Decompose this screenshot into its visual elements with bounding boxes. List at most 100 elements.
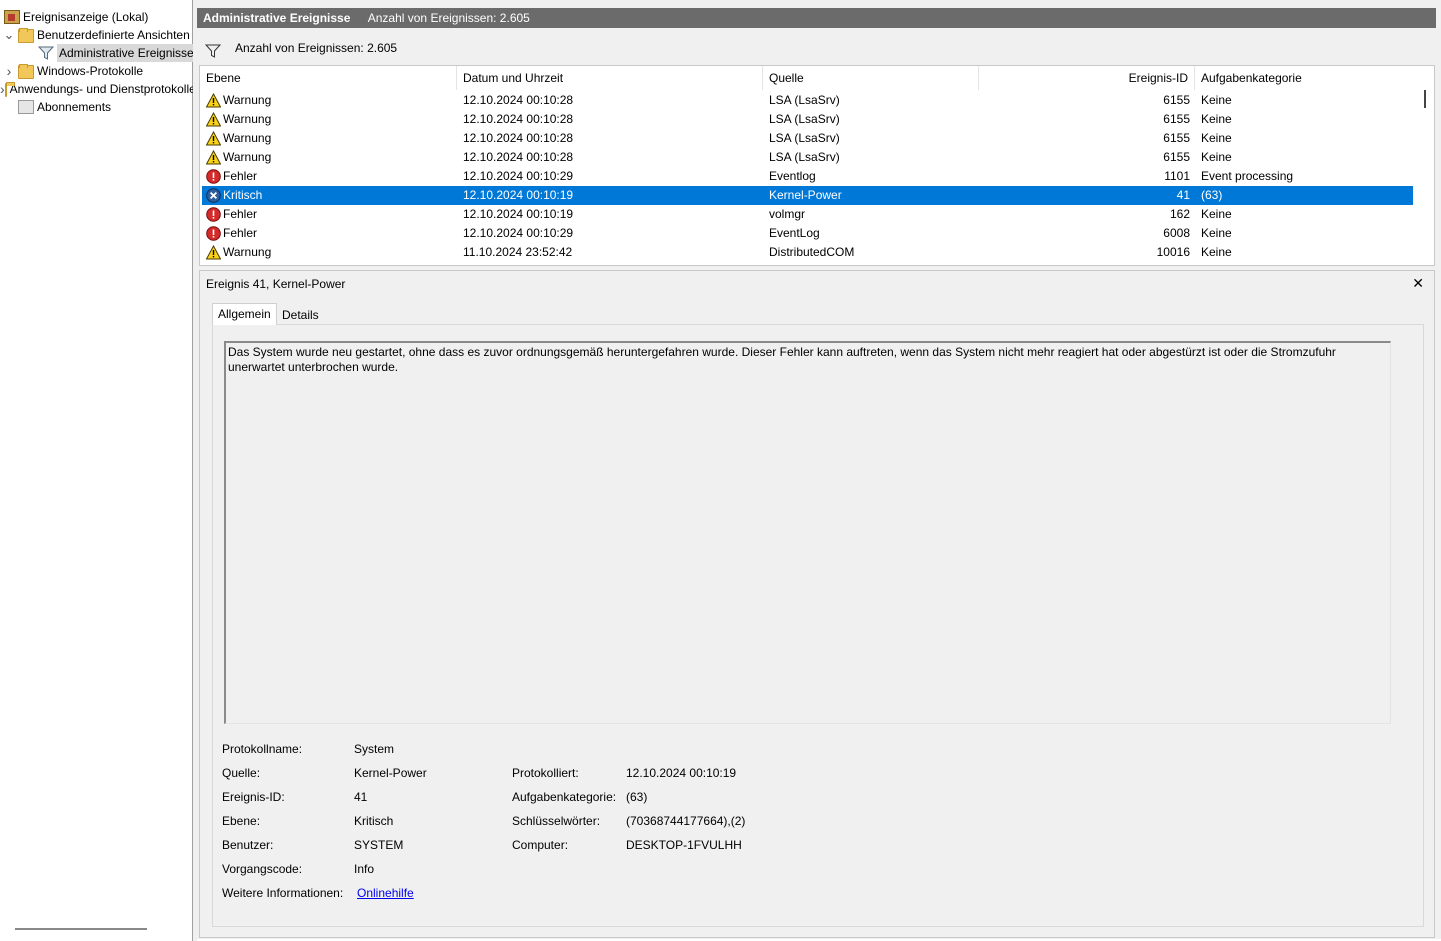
vertical-scrollbar[interactable] (1416, 90, 1434, 265)
tree-item-administrative-events[interactable]: Administrative Ereignisse (38, 44, 193, 62)
cell-date: 12.10.2024 00:10:28 (463, 93, 574, 107)
table-row[interactable]: Warnung 12.10.2024 00:10:28 LSA (LsaSrv) 61… (202, 91, 1413, 110)
table-row[interactable]: Warnung 12.10.2024 00:10:28 LSA (LsaSrv) 61… (202, 110, 1413, 129)
prop-label-level: Ebene: (222, 814, 261, 828)
cell-task-category: Keine (1201, 131, 1232, 145)
cell-level: Fehler (223, 207, 258, 221)
cell-source: LSA (LsaSrv) (769, 150, 840, 164)
cell-task-category: Keine (1201, 207, 1232, 221)
view-header: Administrative Ereignisse Anzahl von Ere… (197, 8, 1436, 28)
cell-date: 12.10.2024 00:10:28 (463, 150, 574, 164)
prop-value-level: Kritisch (354, 814, 394, 828)
scrollbar-thumb[interactable] (1424, 90, 1426, 108)
tab-general[interactable]: Allgemein (212, 303, 277, 325)
event-viewer-icon (4, 10, 20, 24)
event-description[interactable]: Das System wurde neu gestartet, ohne das… (224, 341, 1391, 724)
cell-task-category: Keine (1201, 226, 1232, 240)
folder-icon (18, 27, 34, 43)
prop-value-event-id: 41 (354, 790, 368, 804)
cell-task-category: Keine (1201, 93, 1232, 107)
table-row[interactable]: Fehler 12.10.2024 00:10:19 volmgr 162 Keine (202, 205, 1413, 224)
prop-value-computer: DESKTOP-1FVULHH (626, 838, 742, 852)
filter-toolbar: Anzahl von Ereignissen: 2.605 (199, 35, 1435, 63)
cell-source: LSA (LsaSrv) (769, 131, 840, 145)
tree-item-label: Abonnements (37, 100, 112, 114)
horizontal-scrollbar[interactable] (15, 928, 147, 930)
filter-event-count: Anzahl von Ereignissen: 2.605 (235, 41, 398, 55)
chevron-down-icon[interactable]: ⌄ (0, 26, 18, 44)
filter-icon (38, 46, 55, 60)
cell-task-category: Keine (1201, 112, 1232, 126)
prop-label-logged: Protokolliert: (512, 766, 579, 780)
warning-icon (205, 130, 222, 146)
prop-label-more-info: Weitere Informationen: (222, 886, 344, 900)
tree-item-windows-logs[interactable]: › Windows-Protokolle (0, 62, 193, 80)
error-icon (206, 169, 221, 184)
cell-level: Warnung (223, 112, 272, 126)
filter-icon (204, 41, 222, 67)
navigation-tree: Ereignisanzeige (Lokal) ⌄ Benutzerdefini… (0, 0, 193, 941)
cell-date: 12.10.2024 00:10:29 (463, 169, 574, 183)
table-row[interactable]: Fehler 12.10.2024 00:10:29 EventLog 6008 Kei… (202, 224, 1413, 243)
view-title: Administrative Ereignisse (203, 11, 351, 25)
cell-event-id: 10016 (1156, 245, 1190, 259)
prop-value-task-category: (63) (626, 790, 648, 804)
prop-label-source: Quelle: (222, 766, 261, 780)
prop-value-user: SYSTEM (354, 838, 404, 852)
cell-source: LSA (LsaSrv) (769, 112, 840, 126)
cell-level: Warnung (223, 245, 272, 259)
prop-label-user: Benutzer: (222, 838, 274, 852)
cell-event-id: 41 (1176, 188, 1190, 202)
tree-item-event-viewer-local[interactable]: Ereignisanzeige (Lokal) (0, 8, 193, 26)
tree-item-label: Benutzerdefinierte Ansichten (37, 28, 190, 42)
column-header-source[interactable]: Quelle (763, 66, 979, 90)
table-row[interactable]: Warnung 11.10.2024 23:52:42 DistributedCOM… (202, 243, 1413, 262)
tree-item-label: Administrative Ereignisse (57, 44, 193, 62)
cell-date: 12.10.2024 00:10:19 (463, 207, 574, 221)
cell-task-category: Event processing (1201, 169, 1294, 183)
tree-item-application-service-logs[interactable]: › Anwendungs- und Dienstprotokolle (0, 80, 193, 98)
cell-source: Eventlog (769, 169, 816, 183)
table-row[interactable]: Fehler 12.10.2024 00:10:29 Eventlog 1101 Eve… (202, 167, 1413, 186)
column-header-level[interactable]: Ebene (200, 66, 457, 90)
tree-item-custom-views[interactable]: ⌄ Benutzerdefinierte Ansichten (0, 26, 193, 44)
cell-event-id: 1101 (1164, 169, 1190, 183)
error-icon (206, 207, 221, 222)
cell-event-id: 6008 (1163, 226, 1190, 240)
tree-item-subscriptions[interactable]: Abonnements (0, 98, 193, 116)
cell-source: volmgr (769, 207, 806, 221)
subscriptions-icon (18, 100, 34, 114)
table-row[interactable]: Warnung 12.10.2024 00:10:28 LSA (LsaSrv) 61… (202, 129, 1413, 148)
tree-item-label: Anwendungs- und Dienstprotokolle (9, 82, 193, 96)
cell-source: Kernel-Power (769, 188, 842, 202)
column-header-date[interactable]: Datum und Uhrzeit (457, 66, 763, 90)
chevron-right-icon[interactable]: › (0, 62, 18, 80)
column-header-task-category[interactable]: Aufgabenkategorie (1195, 66, 1412, 90)
table-row[interactable]: Kritisch 12.10.2024 00:10:19 Kernel-Power 4… (202, 186, 1413, 205)
cell-level: Kritisch (223, 188, 263, 202)
view-event-count: Anzahl von Ereignissen: 2.605 (367, 11, 530, 25)
cell-date: 11.10.2024 23:52:42 (463, 245, 573, 259)
prop-value-logged: 12.10.2024 00:10:19 (626, 766, 737, 780)
cell-date: 12.10.2024 00:10:29 (463, 226, 574, 240)
cell-event-id: 6155 (1163, 131, 1190, 145)
chevron-right-icon[interactable]: › (0, 80, 5, 98)
cell-task-category: Keine (1201, 150, 1232, 164)
cell-event-id: 6155 (1163, 93, 1190, 107)
prop-label-event-id: Ereignis-ID: (222, 790, 285, 804)
prop-label-task-category: Aufgabenkategorie: (512, 790, 617, 804)
prop-value-keywords: (70368744177664),(2) (626, 814, 746, 828)
close-icon[interactable]: ✕ (1412, 274, 1424, 292)
critical-icon (206, 188, 221, 203)
cell-task-category: (63) (1201, 188, 1223, 202)
table-row[interactable]: Warnung 12.10.2024 00:10:28 LSA (LsaSrv) 61… (202, 148, 1413, 167)
prop-label-keywords: Schlüsselwörter: (512, 814, 601, 828)
folder-icon (18, 63, 34, 79)
cell-level: Warnung (223, 131, 272, 145)
online-help-link[interactable]: Onlinehilfe (357, 886, 414, 900)
prop-value-log-name: System (354, 742, 395, 756)
cell-date: 12.10.2024 00:10:28 (463, 131, 574, 145)
prop-value-opcode: Info (354, 862, 375, 876)
cell-event-id: 6155 (1163, 112, 1190, 126)
column-header-event-id[interactable]: Ereignis-ID (979, 66, 1195, 90)
